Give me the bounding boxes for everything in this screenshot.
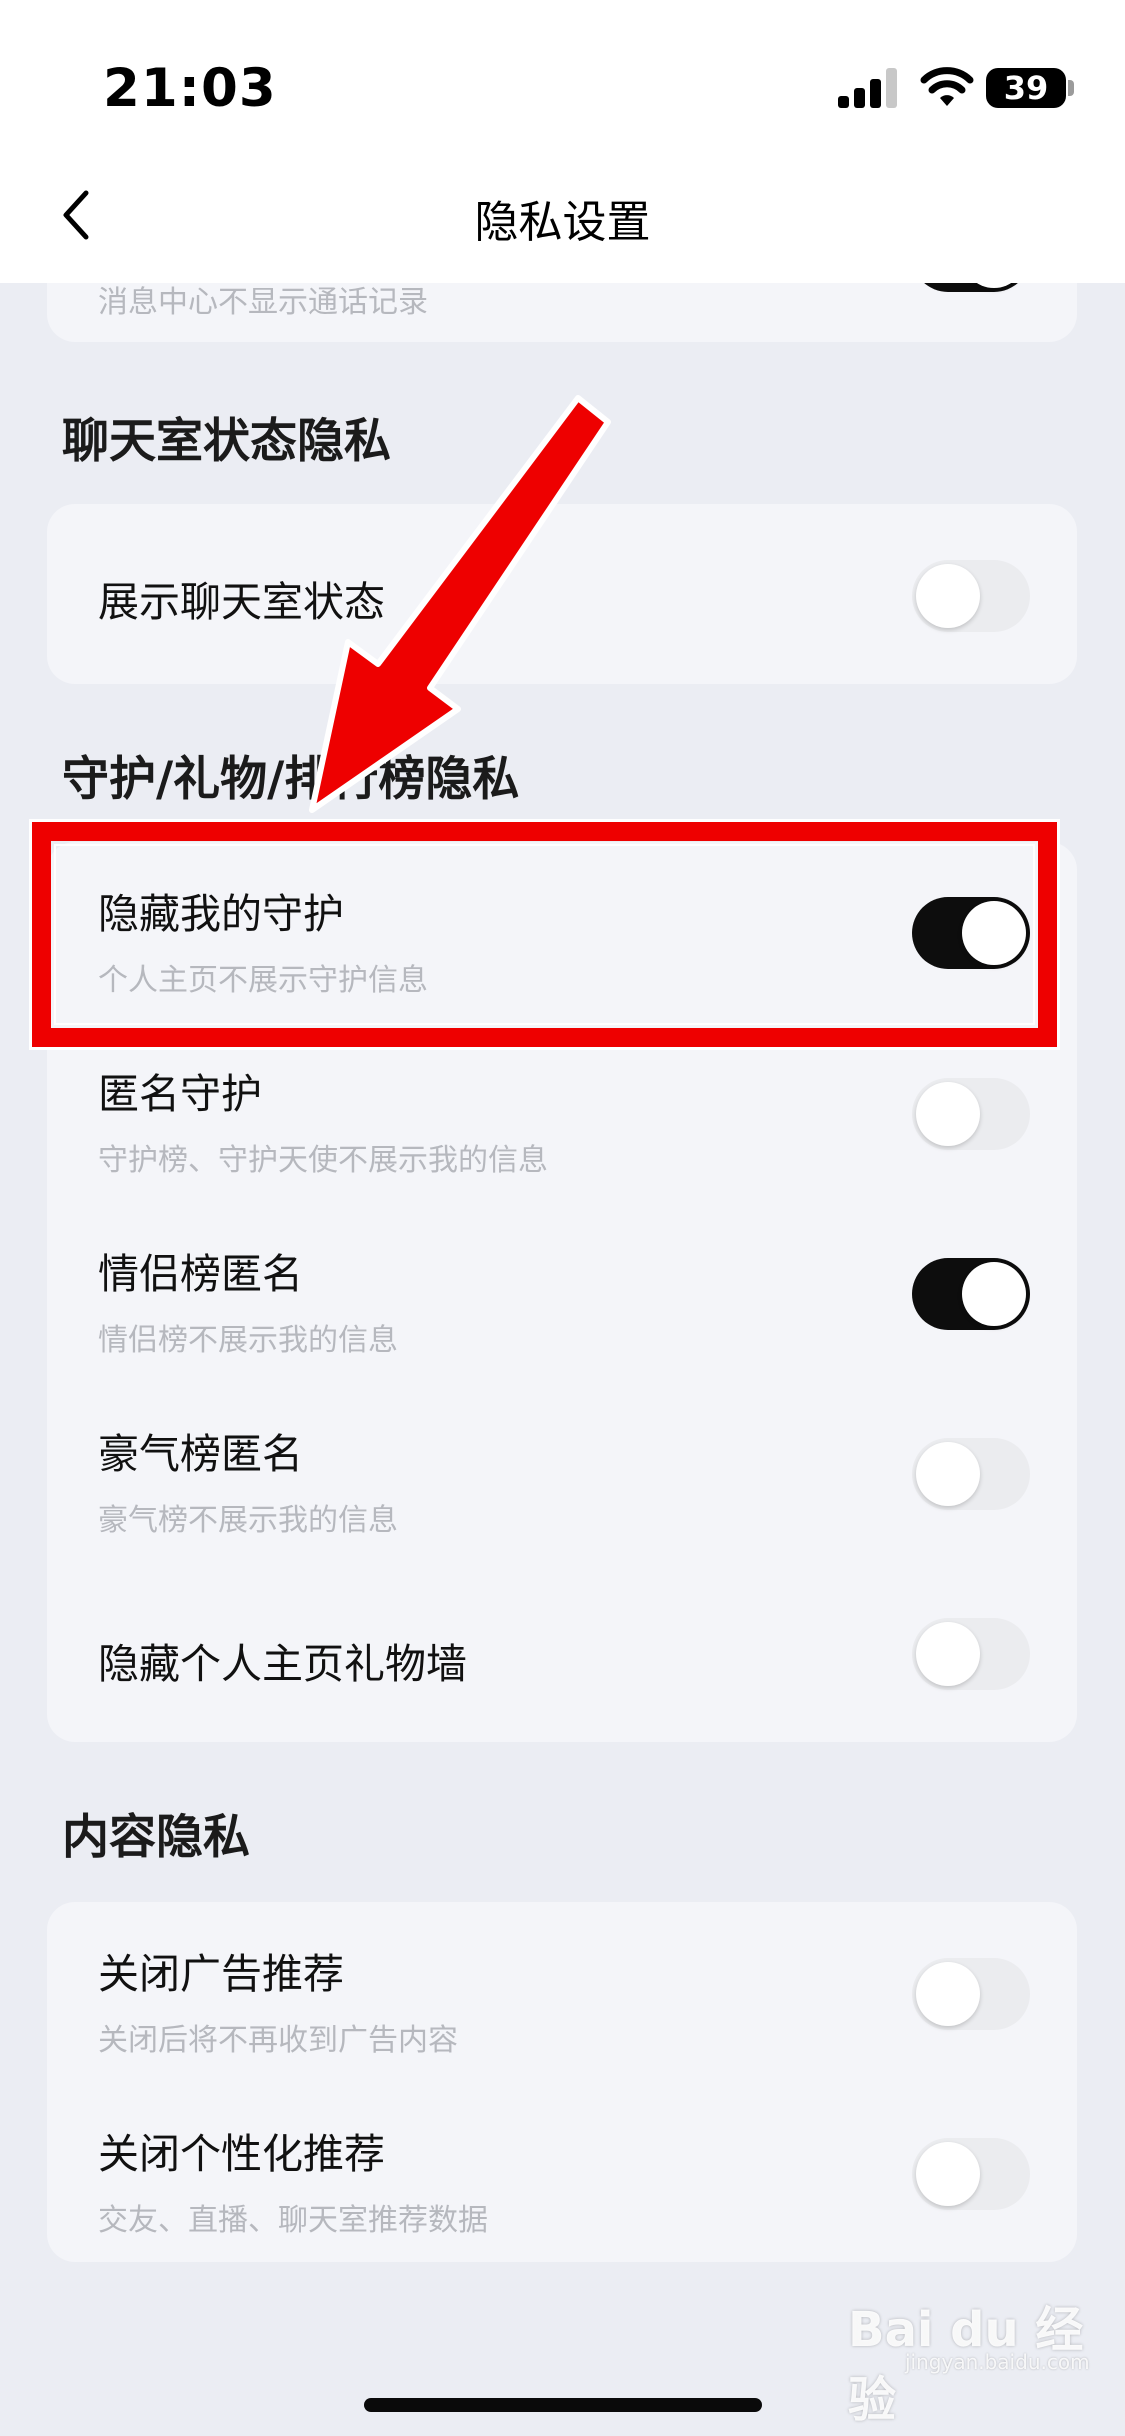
item-title-anonymous-guard: 匿名守护	[98, 1070, 262, 1118]
baidu-watermark-url: jingyan.baidu.com	[905, 2350, 1090, 2374]
item-subtitle-anonymous-guard: 守护榜、守护天使不展示我的信息	[98, 1143, 548, 1178]
item-subtitle-couple-rank-anonymous: 情侣榜不展示我的信息	[98, 1323, 398, 1358]
toggle-anonymous-guard[interactable]	[912, 1078, 1030, 1150]
item-title-close-ad-recommend: 关闭广告推荐	[98, 1950, 344, 1998]
toggle-knob	[916, 1622, 980, 1686]
cellular-signal-icon	[838, 68, 897, 108]
toggle-knob	[916, 564, 980, 628]
battery-level: 39	[1003, 69, 1049, 107]
toggle-knob	[916, 1962, 980, 2026]
toggle-wealth-rank-anonymous[interactable]	[912, 1438, 1030, 1510]
toggle-knob	[916, 1442, 980, 1506]
battery-cap	[1068, 80, 1074, 96]
toggle-show-chatroom-status[interactable]	[912, 560, 1030, 632]
toggle-couple-rank-anonymous[interactable]	[912, 1258, 1030, 1330]
item-subtitle-close-personalized-recommend: 交友、直播、聊天室推荐数据	[98, 2203, 488, 2238]
top-item-subtitle: 消息中心不显示通话记录	[98, 285, 428, 320]
toggle-close-ad-recommend[interactable]	[912, 1958, 1030, 2030]
item-subtitle-wealth-rank-anonymous: 豪气榜不展示我的信息	[98, 1503, 398, 1538]
toggle-knob	[916, 1082, 980, 1146]
section-title-content: 内容隐私	[62, 1810, 250, 1865]
toggle-knob	[962, 1262, 1026, 1326]
item-title-close-personalized-recommend: 关闭个性化推荐	[98, 2130, 385, 2178]
page-title: 隐私设置	[474, 197, 651, 248]
toggle-knob	[916, 2142, 980, 2206]
section-title-guard: 守护/礼物/排行榜隐私	[62, 752, 520, 807]
annotation-highlight-inner-border	[54, 844, 1035, 1025]
section-title-chatroom: 聊天室状态隐私	[62, 414, 391, 469]
item-title-hide-gift-wall: 隐藏个人主页礼物墙	[98, 1640, 467, 1688]
toggle-hide-gift-wall[interactable]	[912, 1618, 1030, 1690]
top-bar: 21:03 39 隐私设置	[0, 0, 1125, 283]
home-indicator	[364, 2398, 762, 2412]
item-title-couple-rank-anonymous: 情侣榜匿名	[98, 1250, 303, 1298]
item-title-wealth-rank-anonymous: 豪气榜匿名	[98, 1430, 303, 1478]
item-subtitle-close-ad-recommend: 关闭后将不再收到广告内容	[98, 2023, 458, 2058]
toggle-close-personalized-recommend[interactable]	[912, 2138, 1030, 2210]
status-time: 21:03	[103, 58, 277, 119]
wifi-icon	[920, 67, 974, 106]
item-title-show-chatroom-status: 展示聊天室状态	[98, 578, 385, 626]
